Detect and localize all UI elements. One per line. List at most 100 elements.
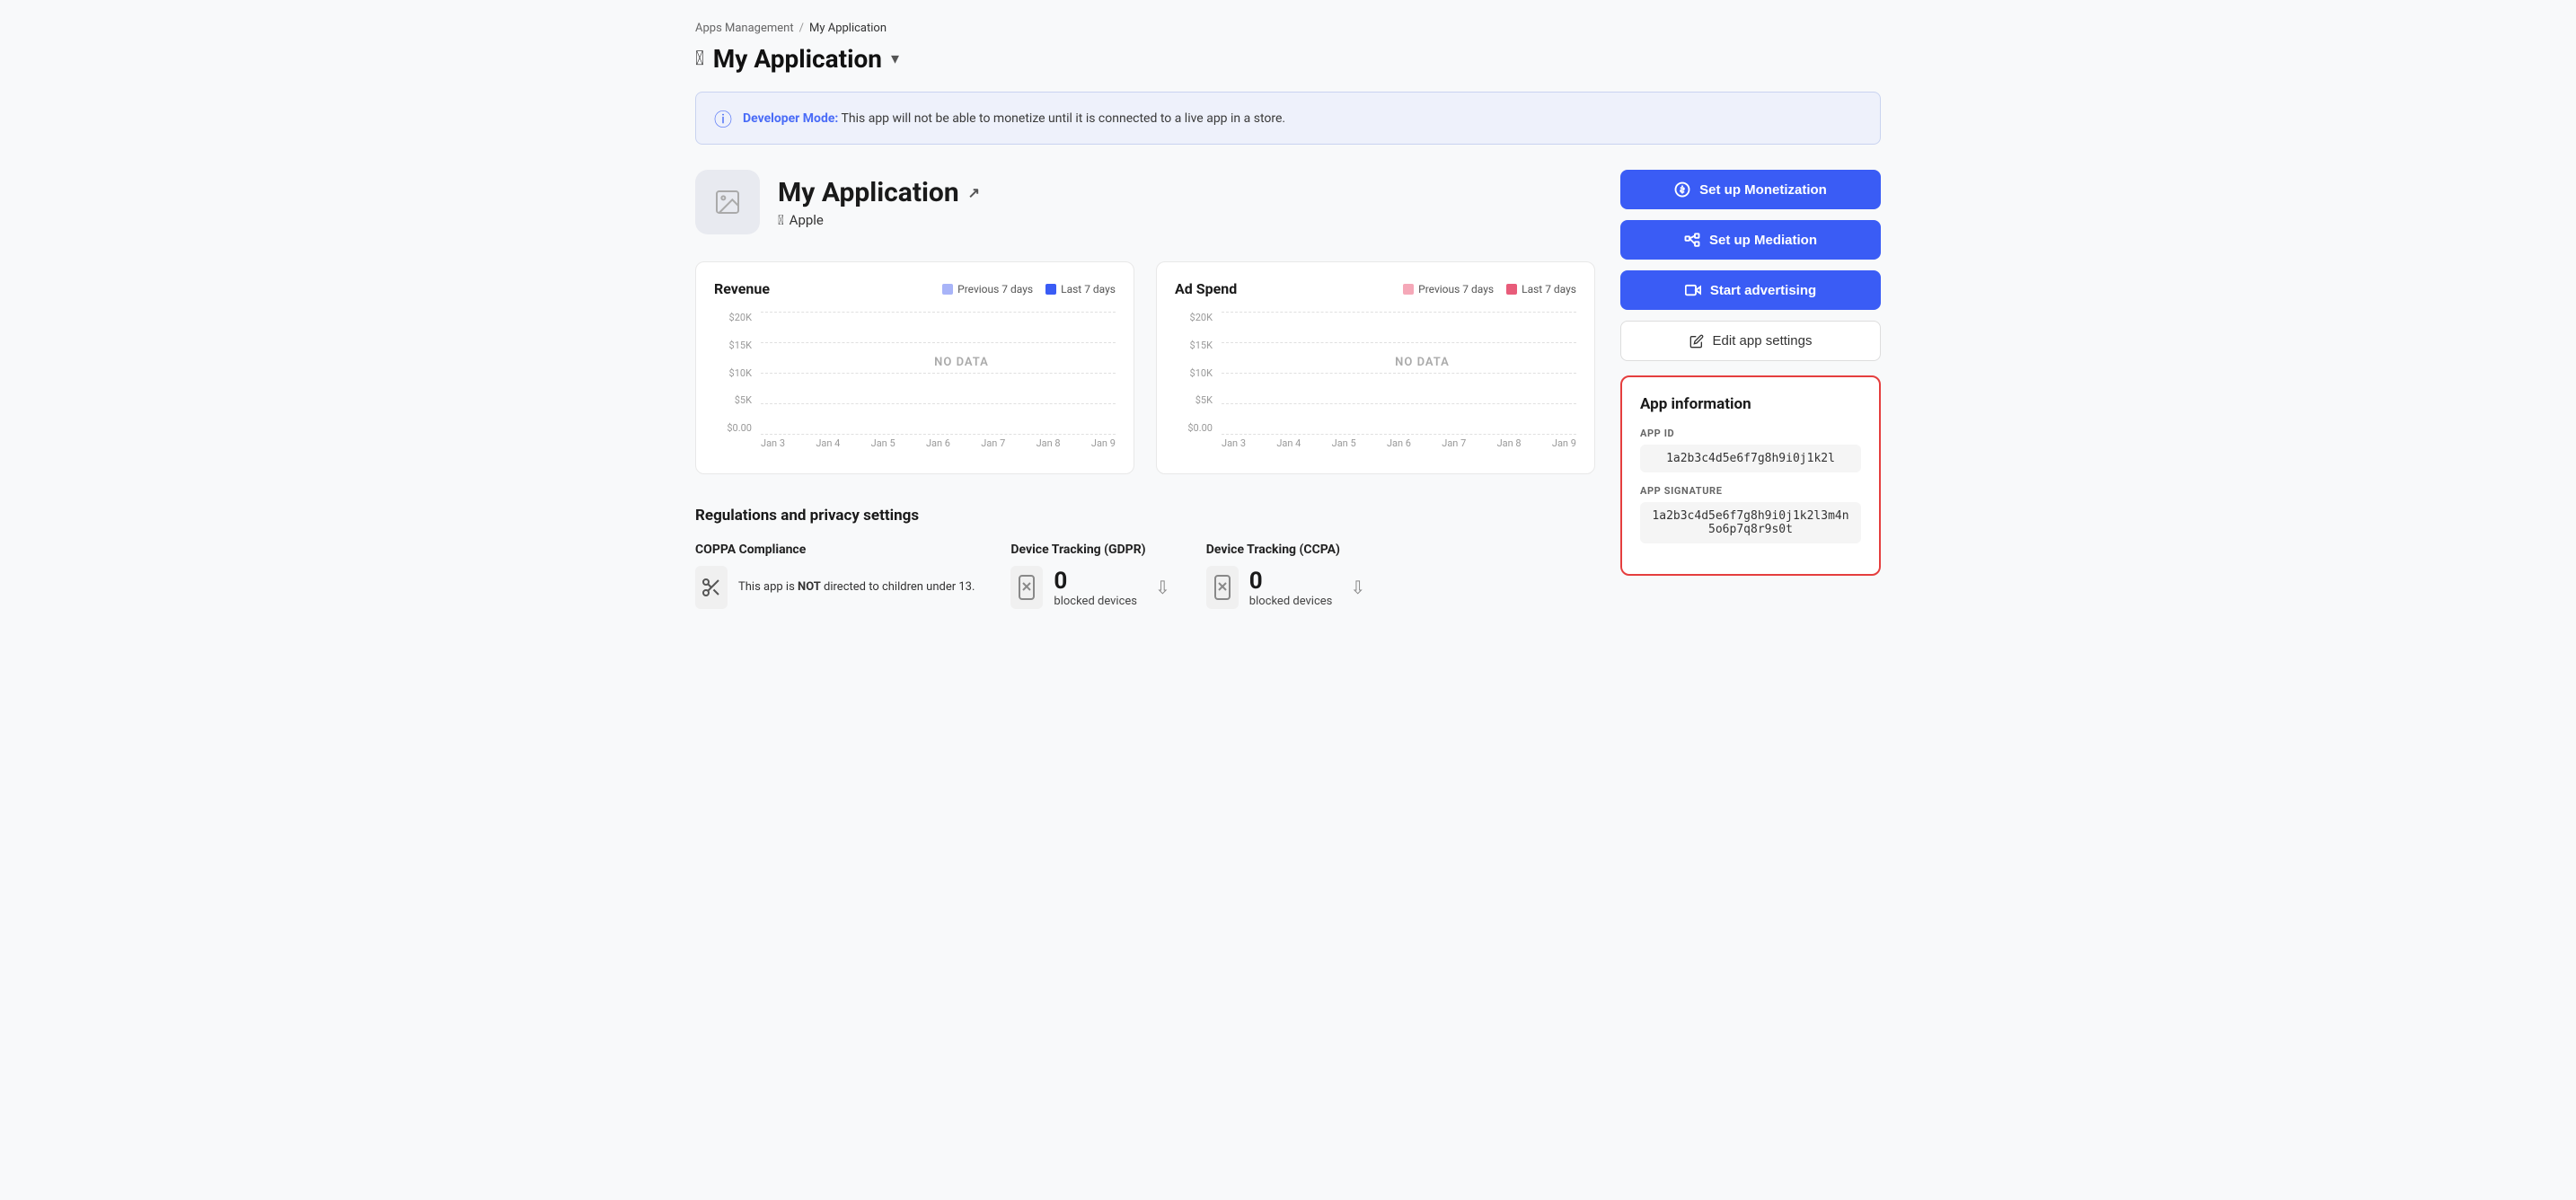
app-id-value: 1a2b3c4d5e6f7g8h9i0j1k2l	[1640, 445, 1861, 472]
app-name: My Application ↗	[778, 177, 980, 208]
left-panel: My Application ↗  Apple Revenue	[695, 170, 1595, 609]
ad-spend-chart: Ad Spend Previous 7 days Last 7 days	[1156, 261, 1595, 474]
ad-spend-xaxis: Jan 3 Jan 4 Jan 5 Jan 6 Jan 7 Jan 8 Jan …	[1222, 437, 1576, 455]
app-identity-info: My Application ↗  Apple	[778, 177, 980, 228]
info-icon: ⓘ	[714, 105, 732, 131]
edit-app-settings-button[interactable]: Edit app settings	[1620, 321, 1881, 361]
advertising-label: Start advertising	[1710, 283, 1816, 298]
gdpr-download-icon[interactable]: ⇩	[1155, 577, 1170, 598]
app-signature-field: APP SIGNATURE 1a2b3c4d5e6f7g8h9i0j1k2l3m…	[1640, 485, 1861, 543]
chevron-down-icon[interactable]: ▾	[891, 49, 899, 68]
app-signature-label: APP SIGNATURE	[1640, 485, 1861, 497]
start-advertising-button[interactable]: Start advertising	[1620, 270, 1881, 310]
coppa-title: COPPA Compliance	[695, 543, 975, 557]
developer-mode-banner: ⓘ Developer Mode: This app will not be a…	[695, 92, 1881, 145]
revenue-prev-label: Previous 7 days	[957, 283, 1033, 296]
right-panel: Set up Monetization Set up Mediation Sta…	[1620, 170, 1881, 576]
breadcrumb-parent[interactable]: Apps Management	[695, 22, 794, 35]
ad-spend-prev-color	[1403, 284, 1414, 295]
ccpa-title: Device Tracking (CCPA)	[1206, 543, 1365, 557]
monetization-label: Set up Monetization	[1699, 182, 1827, 198]
gdpr-count: 0	[1054, 568, 1137, 595]
ad-spend-last-label: Last 7 days	[1522, 283, 1576, 296]
store-info:  Apple	[778, 212, 980, 228]
ad-spend-legend-last: Last 7 days	[1506, 283, 1576, 296]
ccpa-compliance: Device Tracking (CCPA) 0	[1206, 543, 1365, 609]
revenue-chart-title: Revenue	[714, 280, 770, 297]
mediation-icon	[1684, 232, 1700, 248]
revenue-chart-legend: Previous 7 days Last 7 days	[942, 283, 1116, 296]
ad-spend-no-data: NO DATA	[1268, 312, 1576, 412]
revenue-prev-color	[942, 284, 953, 295]
ccpa-content: 0 blocked devices ⇩	[1206, 566, 1365, 609]
ad-spend-chart-legend: Previous 7 days Last 7 days	[1403, 283, 1576, 296]
gdpr-content: 0 blocked devices ⇩	[1010, 566, 1169, 609]
revenue-chart-area: $20K $15K $10K $5K $0.00 NO D	[714, 312, 1116, 455]
mobile-block-icon-2	[1213, 575, 1232, 600]
ad-spend-prev-label: Previous 7 days	[1418, 283, 1494, 296]
banner-message: This app will not be able to monetize un…	[842, 111, 1286, 126]
ad-spend-chart-title: Ad Spend	[1175, 280, 1237, 297]
breadcrumb: Apps Management / My Application	[695, 22, 1881, 35]
ad-spend-yaxis: $20K $15K $10K $5K $0.00	[1175, 312, 1218, 434]
breadcrumb-current: My Application	[809, 22, 887, 35]
advertising-icon	[1685, 282, 1701, 298]
ccpa-download-icon[interactable]: ⇩	[1350, 577, 1365, 598]
ccpa-count: 0	[1249, 568, 1333, 595]
platform-label: Apple	[790, 212, 824, 228]
mediation-label: Set up Mediation	[1709, 233, 1817, 248]
set-up-mediation-button[interactable]: Set up Mediation	[1620, 220, 1881, 260]
gdpr-count-wrap: 0 blocked devices	[1054, 568, 1137, 608]
gdpr-compliance: Device Tracking (GDPR) 0	[1010, 543, 1169, 609]
main-content: My Application ↗  Apple Revenue	[695, 170, 1881, 609]
edit-icon	[1689, 334, 1704, 349]
monetization-icon	[1674, 181, 1690, 198]
revenue-chart-grid: NO DATA	[761, 312, 1116, 434]
regulations-title: Regulations and privacy settings	[695, 507, 1595, 525]
mobile-block-icon	[1017, 575, 1037, 600]
gdpr-icon	[1010, 566, 1043, 609]
ccpa-count-wrap: 0 blocked devices	[1249, 568, 1333, 608]
banner-text: Developer Mode: This app will not be abl…	[743, 111, 1285, 126]
app-icon-placeholder	[695, 170, 760, 234]
set-up-monetization-button[interactable]: Set up Monetization	[1620, 170, 1881, 209]
compliance-grid: COPPA Compliance	[695, 543, 1595, 609]
revenue-last-label: Last 7 days	[1061, 283, 1116, 296]
regulations-section: Regulations and privacy settings COPPA C…	[695, 507, 1595, 609]
ad-spend-legend-prev: Previous 7 days	[1403, 283, 1494, 296]
app-identity: My Application ↗  Apple	[695, 170, 1595, 234]
apple-logo-icon: 	[695, 48, 704, 70]
ad-spend-chart-header: Ad Spend Previous 7 days Last 7 days	[1175, 280, 1576, 297]
external-link-icon[interactable]: ↗	[968, 184, 980, 201]
ad-spend-last-color	[1506, 284, 1517, 295]
breadcrumb-separator: /	[799, 22, 804, 35]
app-signature-value: 1a2b3c4d5e6f7g8h9i0j1k2l3m4n5o6p7q8r9s0t	[1640, 502, 1861, 543]
charts-section: Revenue Previous 7 days Last 7 days	[695, 261, 1595, 474]
banner-label: Developer Mode:	[743, 111, 838, 126]
revenue-chart-header: Revenue Previous 7 days Last 7 days	[714, 280, 1116, 297]
image-icon	[713, 188, 742, 216]
revenue-last-color	[1045, 284, 1056, 295]
gdpr-title: Device Tracking (GDPR)	[1010, 543, 1169, 557]
ccpa-icon	[1206, 566, 1239, 609]
coppa-text: This app is NOT directed to children und…	[738, 578, 975, 596]
gdpr-label: blocked devices	[1054, 595, 1137, 608]
app-header:  My Application ▾	[695, 44, 1881, 74]
app-title: My Application	[713, 44, 882, 74]
apple-store-icon: 	[778, 212, 784, 228]
revenue-xaxis: Jan 3 Jan 4 Jan 5 Jan 6 Jan 7 Jan 8 Jan …	[761, 437, 1116, 455]
revenue-yaxis: $20K $15K $10K $5K $0.00	[714, 312, 757, 434]
coppa-icon	[695, 566, 728, 609]
revenue-no-data: NO DATA	[807, 312, 1116, 412]
revenue-chart: Revenue Previous 7 days Last 7 days	[695, 261, 1134, 474]
app-id-label: APP ID	[1640, 428, 1861, 439]
ad-spend-chart-area: $20K $15K $10K $5K $0.00 NO D	[1175, 312, 1576, 455]
ccpa-label: blocked devices	[1249, 595, 1333, 608]
app-info-card: App information APP ID 1a2b3c4d5e6f7g8h9…	[1620, 375, 1881, 576]
revenue-legend-prev: Previous 7 days	[942, 283, 1033, 296]
edit-settings-label: Edit app settings	[1713, 333, 1813, 349]
app-id-field: APP ID 1a2b3c4d5e6f7g8h9i0j1k2l	[1640, 428, 1861, 472]
coppa-compliance: COPPA Compliance	[695, 543, 975, 609]
scissors-icon	[701, 577, 722, 598]
coppa-content: This app is NOT directed to children und…	[695, 566, 975, 609]
